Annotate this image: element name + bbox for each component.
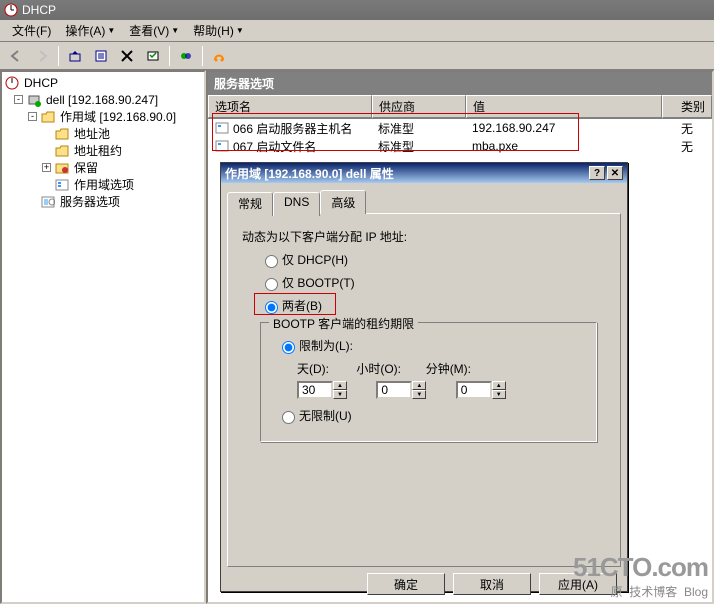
reservations-icon	[54, 160, 70, 176]
collapse-icon[interactable]: -	[14, 95, 23, 104]
col-value[interactable]: 值	[466, 95, 662, 118]
radio-limit[interactable]: 限制为(L):	[277, 337, 585, 354]
dialog-buttons: 确定 取消 应用(A)	[221, 573, 627, 603]
col-class[interactable]: 类别	[662, 95, 712, 118]
ok-button[interactable]: 确定	[367, 573, 445, 595]
tab-advanced[interactable]: 高级	[320, 190, 366, 214]
tree-reservations[interactable]: + 保留	[4, 159, 202, 176]
mins-spinner[interactable]: ▲▼	[456, 381, 512, 399]
dialog-title: 作用域 [192.168.90.0] dell 属性	[225, 165, 394, 182]
folder-icon	[54, 143, 70, 159]
window-titlebar: DHCP	[0, 0, 714, 20]
radio-unlimited-input[interactable]	[282, 411, 295, 424]
tab-body: 动态为以下客户端分配 IP 地址: 仅 DHCP(H) 仅 BOOTP(T) 两…	[227, 213, 621, 567]
mins-label: 分钟(M):	[426, 360, 482, 377]
options-icon	[54, 177, 70, 193]
close-button[interactable]: ✕	[607, 166, 623, 180]
tab-general[interactable]: 常规	[227, 192, 273, 216]
dynamic-label: 动态为以下客户端分配 IP 地址:	[242, 228, 606, 245]
server-icon	[26, 92, 42, 108]
radio-both[interactable]: 两者(B)	[260, 297, 606, 314]
scope-properties-dialog: 作用域 [192.168.90.0] dell 属性 ? ✕ 常规 DNS 高级…	[220, 162, 628, 592]
properties-button[interactable]	[89, 44, 113, 68]
back-button[interactable]	[4, 44, 28, 68]
spin-down-icon[interactable]: ▼	[412, 390, 426, 399]
tree-view[interactable]: DHCP - dell [192.168.90.247] - 作用域 [192.…	[0, 70, 206, 604]
group-legend: BOOTP 客户端的租约期限	[269, 315, 418, 332]
bootp-lease-group: BOOTP 客户端的租约期限 限制为(L): 天(D): 小时(O): 分钟(M…	[260, 322, 598, 443]
menu-help[interactable]: 帮助(H)▼	[187, 20, 250, 41]
menu-view[interactable]: 查看(V)▼	[123, 20, 185, 41]
panel-title: 服务器选项	[208, 72, 712, 95]
dhcp-icon	[4, 75, 20, 91]
radio-dhcp-input[interactable]	[265, 255, 278, 268]
chevron-down-icon: ▼	[107, 26, 115, 35]
col-vendor[interactable]: 供应商	[372, 95, 466, 118]
spin-down-icon[interactable]: ▼	[333, 390, 347, 399]
action-icon[interactable]	[207, 44, 231, 68]
spin-down-icon[interactable]: ▼	[492, 390, 506, 399]
grid-header: 选项名 供应商 值 类别	[208, 95, 712, 119]
days-spinner[interactable]: ▲▼	[297, 381, 353, 399]
radio-bootp-only[interactable]: 仅 BOOTP(T)	[260, 274, 606, 291]
tree-scope[interactable]: - 作用域 [192.168.90.0]	[4, 108, 202, 125]
days-label: 天(D):	[297, 360, 353, 377]
tree-server[interactable]: - dell [192.168.90.247]	[4, 91, 202, 108]
option-icon	[214, 138, 230, 154]
days-input[interactable]	[297, 381, 333, 399]
spin-up-icon[interactable]: ▲	[492, 381, 506, 390]
folder-icon	[40, 109, 56, 125]
forward-button[interactable]	[30, 44, 54, 68]
dialog-tabs: 常规 DNS 高级	[227, 190, 621, 214]
menubar: 文件(F) 操作(A)▼ 查看(V)▼ 帮助(H)▼	[0, 20, 714, 42]
radio-limit-input[interactable]	[282, 341, 295, 354]
mins-input[interactable]	[456, 381, 492, 399]
spin-up-icon[interactable]: ▲	[412, 381, 426, 390]
app-icon	[4, 3, 18, 17]
window-title: DHCP	[22, 3, 56, 17]
tree-root[interactable]: DHCP	[4, 74, 202, 91]
col-name[interactable]: 选项名	[208, 95, 372, 118]
tree-pool[interactable]: 地址池	[4, 125, 202, 142]
radio-both-input[interactable]	[265, 301, 278, 314]
cancel-button[interactable]: 取消	[453, 573, 531, 595]
hours-spinner[interactable]: ▲▼	[376, 381, 432, 399]
spin-up-icon[interactable]: ▲	[333, 381, 347, 390]
help-button[interactable]: ?	[589, 166, 605, 180]
refresh-button[interactable]	[174, 44, 198, 68]
options-icon	[40, 194, 56, 210]
tab-dns[interactable]: DNS	[273, 192, 320, 216]
dialog-titlebar[interactable]: 作用域 [192.168.90.0] dell 属性 ? ✕	[221, 163, 627, 183]
radio-dhcp-only[interactable]: 仅 DHCP(H)	[260, 251, 606, 268]
delete-button[interactable]	[115, 44, 139, 68]
menu-action[interactable]: 操作(A)▼	[59, 20, 121, 41]
hours-label: 小时(O):	[356, 360, 422, 377]
radio-unlimited[interactable]: 无限制(U)	[277, 407, 585, 424]
grid-body: 066 启动服务器主机名 标准型 192.168.90.247 无 067 启动…	[208, 119, 712, 155]
table-row[interactable]: 067 启动文件名 标准型 mba.pxe 无	[208, 137, 712, 155]
hours-input[interactable]	[376, 381, 412, 399]
expand-icon[interactable]: +	[42, 163, 51, 172]
folder-icon	[54, 126, 70, 142]
chevron-down-icon: ▼	[236, 26, 244, 35]
tree-scope-options[interactable]: 作用域选项	[4, 176, 202, 193]
options-button[interactable]	[141, 44, 165, 68]
option-icon	[214, 120, 230, 136]
tree-leases[interactable]: 地址租约	[4, 142, 202, 159]
toolbar	[0, 42, 714, 70]
chevron-down-icon: ▼	[171, 26, 179, 35]
collapse-icon[interactable]: -	[28, 112, 37, 121]
tree-server-options[interactable]: 服务器选项	[4, 193, 202, 210]
up-button[interactable]	[63, 44, 87, 68]
watermark: 51CTO.com 原 技术博客 Blog	[573, 552, 708, 600]
menu-file[interactable]: 文件(F)	[6, 20, 57, 41]
radio-bootp-input[interactable]	[265, 278, 278, 291]
table-row[interactable]: 066 启动服务器主机名 标准型 192.168.90.247 无	[208, 119, 712, 137]
